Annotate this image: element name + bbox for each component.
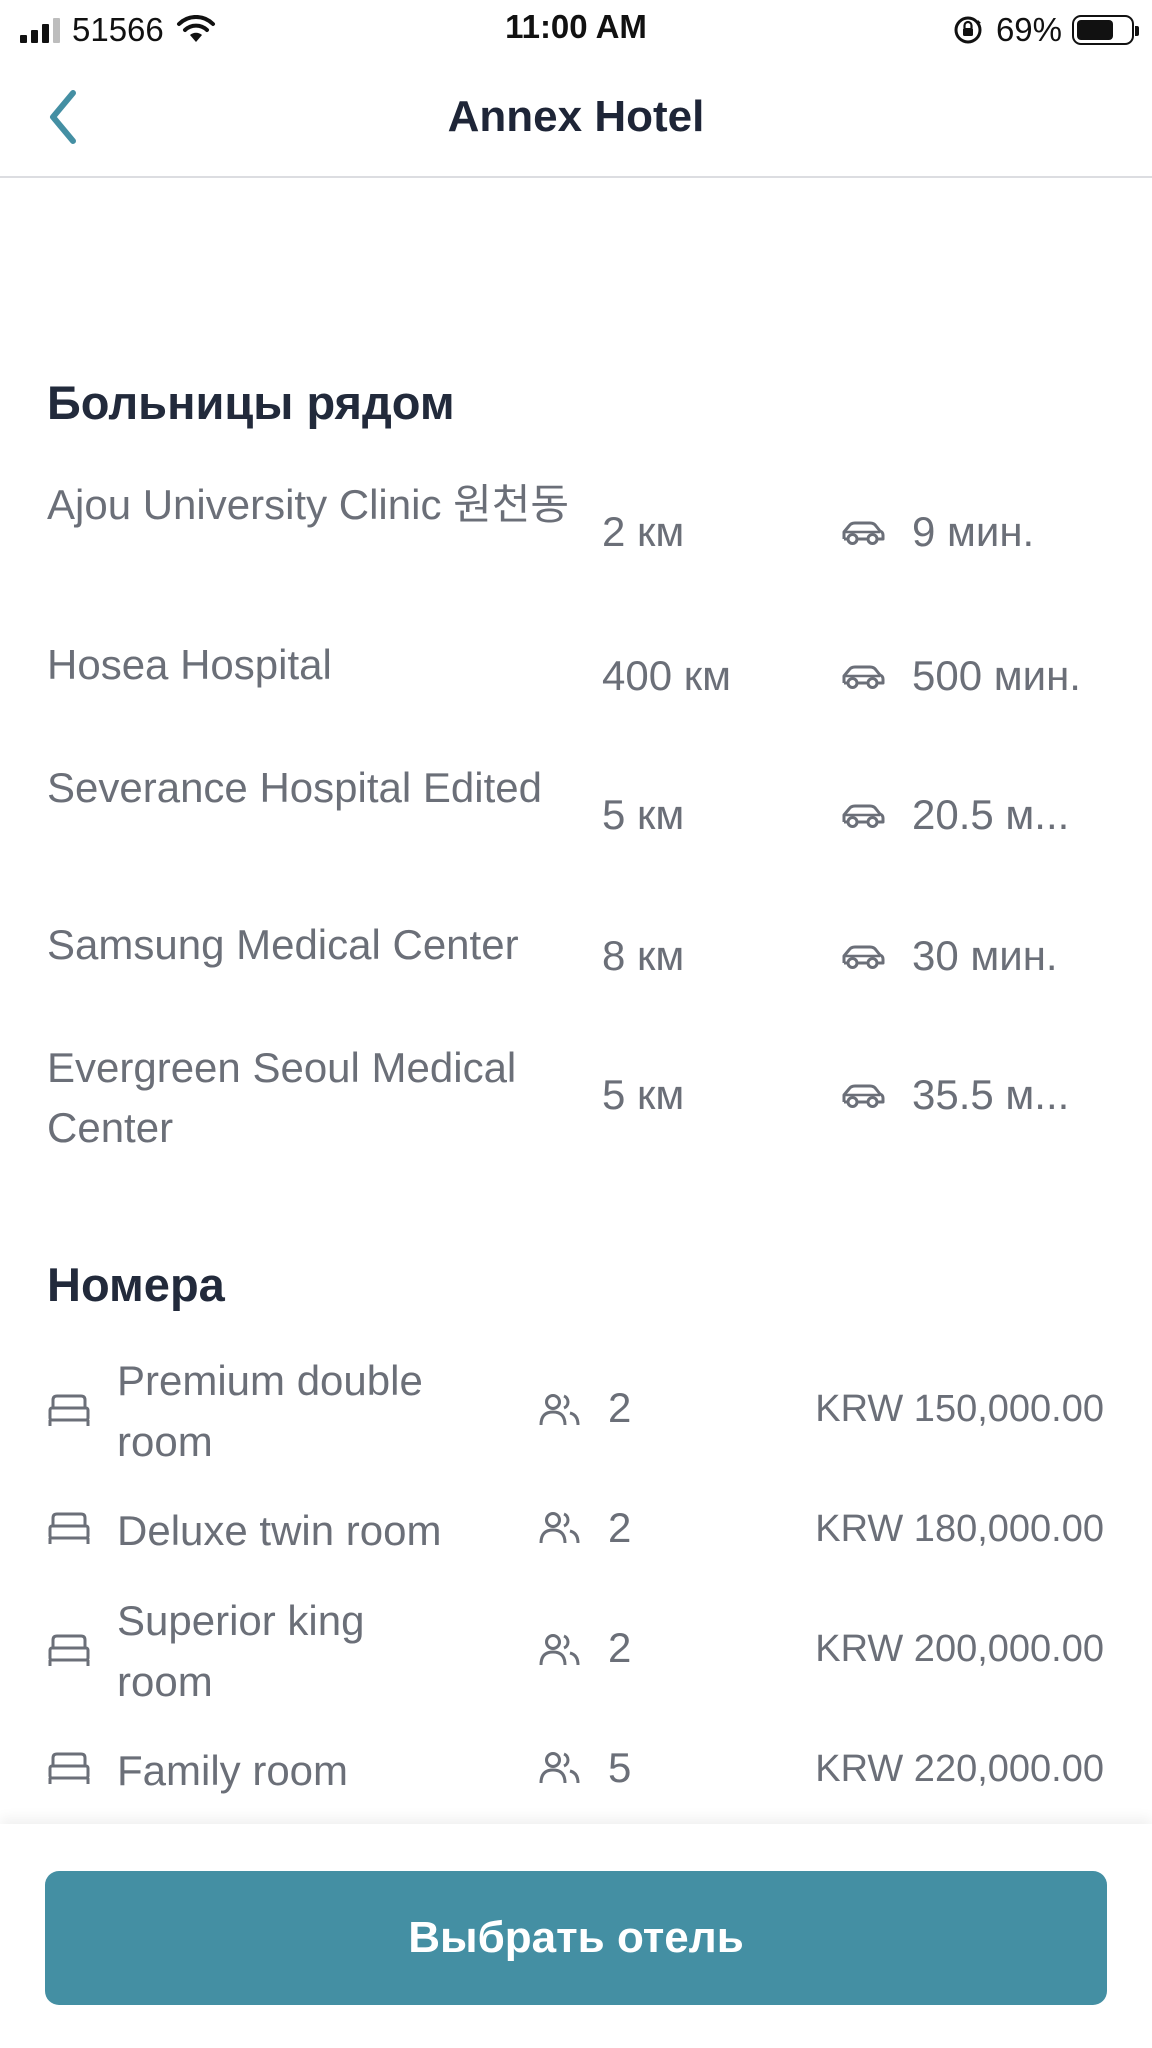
hospital-distance: 5 км [602, 1071, 685, 1118]
guests-icon [539, 1752, 580, 1784]
hospital-name: Ajou University Clinic 원천동 [47, 481, 570, 528]
room-name: Deluxe twin room [117, 1507, 442, 1554]
hospitals-section-title: Больницы рядом [47, 376, 455, 429]
room-guests: 2 [608, 1624, 632, 1671]
hospital-drive-time: 30 мин. [912, 932, 1058, 979]
room-name: Premium double room [117, 1357, 423, 1465]
hospital-distance: 8 км [602, 932, 685, 979]
hospital-name: Severance Hospital Edited [47, 764, 542, 811]
bed-icon [48, 1634, 90, 1666]
car-icon [842, 945, 885, 969]
hospital-drive-time: 35.5 м... [912, 1071, 1070, 1118]
room-guests: 5 [608, 1744, 632, 1791]
hotel-details-content[interactable]: Больницы рядом Ajou University Clinic 원천… [0, 180, 1152, 1824]
room-price: KRW 200,000.00 [815, 1628, 1104, 1670]
guests-icon [539, 1394, 580, 1426]
room-price: KRW 220,000.00 [815, 1748, 1104, 1790]
bed-icon [48, 1752, 90, 1784]
room-price: KRW 180,000.00 [815, 1508, 1104, 1550]
hospital-drive-time: 9 мин. [912, 508, 1035, 555]
room-name: Family room [117, 1747, 349, 1794]
bed-icon [48, 1394, 90, 1426]
hospital-distance: 400 км [602, 652, 731, 699]
bottom-action-bar: Выбрать отель [0, 1824, 1152, 2048]
room-name: Superior king room [117, 1597, 365, 1705]
guests-icon [539, 1634, 580, 1666]
select-hotel-button[interactable]: Выбрать отель [45, 1871, 1107, 2005]
hospital-name: Hosea Hospital [47, 641, 332, 688]
room-price: KRW 150,000.00 [815, 1388, 1104, 1430]
status-right: 69% [952, 10, 1139, 50]
page-title: Annex Hotel [447, 92, 705, 141]
hospital-name: Samsung Medical Center [47, 921, 519, 968]
guests-icon [539, 1512, 580, 1544]
hospital-distance: 5 км [602, 791, 685, 838]
rooms-section-title: Номера [47, 1258, 225, 1311]
status-bar: 51566 11:00 AM 69% [0, 0, 1152, 60]
car-icon [842, 521, 885, 545]
hospital-name: Evergreen Seoul Medical Center [47, 1044, 517, 1151]
bed-icon [48, 1512, 90, 1544]
orientation-lock-icon [954, 16, 982, 44]
battery-percent: 69% [995, 11, 1062, 48]
hospital-drive-time: 500 мин. [912, 652, 1081, 699]
battery-icon [1072, 15, 1139, 45]
room-guests: 2 [608, 1384, 632, 1431]
car-icon [842, 1084, 885, 1108]
room-guests: 2 [608, 1504, 632, 1551]
car-icon [842, 804, 885, 828]
hospital-drive-time: 20.5 м... [912, 791, 1070, 838]
hospital-distance: 2 км [602, 508, 685, 555]
nav-bar: Annex Hotel [0, 60, 1152, 178]
car-icon [842, 665, 885, 689]
battery-fill [1077, 20, 1113, 40]
